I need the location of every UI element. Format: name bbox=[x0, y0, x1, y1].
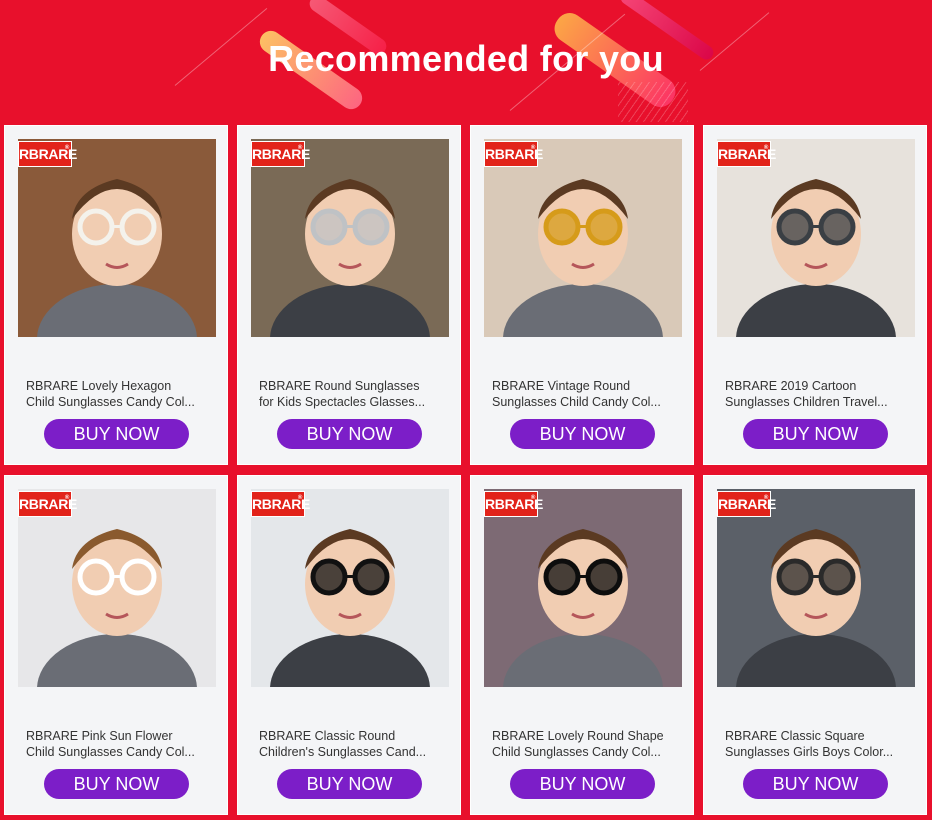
product-title-line1: RBRARE Classic Square bbox=[725, 729, 865, 743]
product-card[interactable]: RBRARE ® RBRARE Vintage Round Sunglasses … bbox=[470, 125, 694, 465]
product-image[interactable]: RBRARE ® bbox=[484, 139, 682, 337]
product-card[interactable]: RBRARE ® RBRARE Pink Sun Flower Child Sun… bbox=[4, 475, 228, 815]
brand-logo: RBRARE ® bbox=[18, 491, 77, 517]
product-title-line1: RBRARE 2019 Cartoon bbox=[725, 379, 857, 393]
product-image[interactable]: RBRARE ® bbox=[251, 139, 449, 337]
brand-logo: RBRARE ® bbox=[484, 491, 543, 517]
header-banner: Recommended for you bbox=[0, 0, 932, 125]
product-title-line1: RBRARE Lovely Round Shape bbox=[492, 729, 664, 743]
product-card[interactable]: RBRARE ® RBRARE Classic Round Children's … bbox=[237, 475, 461, 815]
brand-logo: RBRARE ® bbox=[251, 491, 310, 517]
buy-now-button[interactable]: BUY NOW bbox=[44, 419, 189, 449]
brand-logo: RBRARE ® bbox=[717, 491, 776, 517]
brand-logo: RBRARE ® bbox=[717, 141, 776, 167]
product-image[interactable]: RBRARE ® bbox=[18, 139, 216, 337]
buy-now-button[interactable]: BUY NOW bbox=[743, 419, 888, 449]
product-image[interactable]: RBRARE ® bbox=[251, 489, 449, 687]
product-title-line2: Sunglasses Child Candy Col... bbox=[492, 394, 661, 409]
product-card[interactable]: RBRARE ® RBRARE Classic Square Sunglasses… bbox=[703, 475, 927, 815]
product-card[interactable]: RBRARE ® RBRARE Lovely Round Shape Child … bbox=[470, 475, 694, 815]
product-grid: RBRARE ® RBRARE Lovely Hexagon Child Sung… bbox=[4, 125, 927, 815]
product-title[interactable]: RBRARE Classic Round Children's Sunglass… bbox=[259, 729, 444, 760]
buy-now-button[interactable]: BUY NOW bbox=[277, 769, 422, 799]
brand-logo: RBRARE ® bbox=[484, 141, 543, 167]
product-image[interactable]: RBRARE ® bbox=[717, 489, 915, 687]
product-title-line2: for Kids Spectacles Glasses... bbox=[259, 394, 426, 409]
product-title[interactable]: RBRARE Pink Sun Flower Child Sunglasses … bbox=[26, 729, 211, 760]
product-title-line2: Sunglasses Girls Boys Color... bbox=[725, 744, 894, 759]
buy-now-button[interactable]: BUY NOW bbox=[277, 419, 422, 449]
buy-now-button[interactable]: BUY NOW bbox=[743, 769, 888, 799]
product-photo-illustration bbox=[18, 139, 216, 337]
product-title[interactable]: RBRARE Round Sunglasses for Kids Spectac… bbox=[259, 379, 444, 410]
product-title-line2: Children's Sunglasses Cand... bbox=[259, 744, 427, 759]
product-title-line1: RBRARE Classic Round bbox=[259, 729, 396, 743]
buy-now-button[interactable]: BUY NOW bbox=[510, 419, 655, 449]
product-title[interactable]: RBRARE 2019 Cartoon Sunglasses Children … bbox=[725, 379, 910, 410]
product-photo-illustration bbox=[484, 489, 682, 687]
product-title[interactable]: RBRARE Lovely Hexagon Child Sunglasses C… bbox=[26, 379, 211, 410]
product-title[interactable]: RBRARE Vintage Round Sunglasses Child Ca… bbox=[492, 379, 677, 410]
product-image[interactable]: RBRARE ® bbox=[18, 489, 216, 687]
buy-now-button[interactable]: BUY NOW bbox=[44, 769, 189, 799]
brand-logo: RBRARE ® bbox=[18, 141, 77, 167]
page-title: Recommended for you bbox=[268, 38, 664, 79]
product-photo-illustration bbox=[717, 489, 915, 687]
product-title-line2: Child Sunglasses Candy Col... bbox=[26, 394, 195, 409]
product-photo-illustration bbox=[18, 489, 216, 687]
product-title[interactable]: RBRARE Lovely Round Shape Child Sunglass… bbox=[492, 729, 677, 760]
product-card[interactable]: RBRARE ® RBRARE 2019 Cartoon Sunglasses C… bbox=[703, 125, 927, 465]
product-photo-illustration bbox=[717, 139, 915, 337]
product-image[interactable]: RBRARE ® bbox=[717, 139, 915, 337]
product-photo-illustration bbox=[251, 139, 449, 337]
product-title-line2: Sunglasses Children Travel... bbox=[725, 394, 888, 409]
brand-logo: RBRARE ® bbox=[251, 141, 310, 167]
product-title[interactable]: RBRARE Classic Square Sunglasses Girls B… bbox=[725, 729, 910, 760]
product-title-line1: RBRARE Pink Sun Flower bbox=[26, 729, 173, 743]
product-title-line1: RBRARE Round Sunglasses bbox=[259, 379, 420, 393]
product-title-line1: RBRARE Lovely Hexagon bbox=[26, 379, 172, 393]
product-photo-illustration bbox=[251, 489, 449, 687]
product-title-line2: Child Sunglasses Candy Col... bbox=[492, 744, 661, 759]
buy-now-button[interactable]: BUY NOW bbox=[510, 769, 655, 799]
product-card[interactable]: RBRARE ® RBRARE Round Sunglasses for Kids… bbox=[237, 125, 461, 465]
product-card[interactable]: RBRARE ® RBRARE Lovely Hexagon Child Sung… bbox=[4, 125, 228, 465]
decor-hatch bbox=[618, 82, 688, 122]
product-image[interactable]: RBRARE ® bbox=[484, 489, 682, 687]
product-photo-illustration bbox=[484, 139, 682, 337]
product-title-line1: RBRARE Vintage Round bbox=[492, 379, 631, 393]
product-title-line2: Child Sunglasses Candy Col... bbox=[26, 744, 195, 759]
